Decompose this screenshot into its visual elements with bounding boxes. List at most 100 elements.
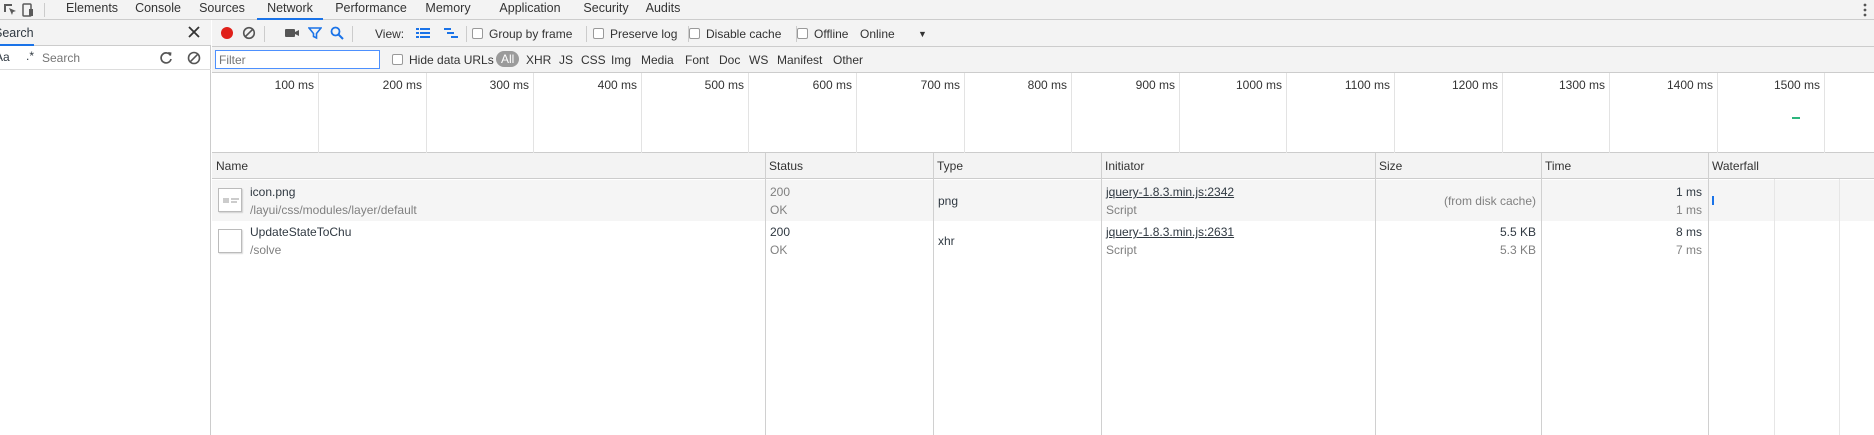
filter-type-font[interactable]: Font <box>685 53 709 67</box>
column-header-size[interactable]: Size <box>1375 153 1402 179</box>
filter-type-doc[interactable]: Doc <box>719 53 740 67</box>
column-divider[interactable] <box>1541 153 1542 435</box>
image-file-icon <box>218 188 242 212</box>
filter-type-other[interactable]: Other <box>833 53 863 67</box>
match-case-toggle[interactable]: Aa <box>0 50 10 64</box>
search-input[interactable] <box>42 49 152 67</box>
close-icon[interactable] <box>186 24 202 40</box>
device-toolbar-icon[interactable] <box>20 2 36 18</box>
large-rows-icon[interactable] <box>415 26 431 42</box>
timeline-tick-label: 900 ms <box>1135 78 1175 92</box>
filter-type-media[interactable]: Media <box>641 53 674 67</box>
search-icon[interactable] <box>330 26 344 42</box>
chevron-down-icon[interactable]: ▼ <box>918 26 927 42</box>
request-status-text: OK <box>770 243 788 257</box>
drawer-tab-label: Search <box>0 26 34 40</box>
hide-data-urls-checkbox[interactable]: Hide data URLs <box>392 53 494 67</box>
column-header-type[interactable]: Type <box>933 153 963 179</box>
request-latency: 1 ms <box>1675 203 1702 217</box>
regex-toggle[interactable]: .* <box>26 49 34 63</box>
filter-input[interactable] <box>215 50 380 69</box>
disable-cache-checkbox[interactable]: Disable cache <box>689 26 781 42</box>
request-size: (from disk cache) <box>1443 194 1536 208</box>
tab-memory[interactable]: Memory <box>419 0 477 20</box>
timeline-tick-label: 100 ms <box>274 78 314 92</box>
timeline-tick-label: 600 ms <box>812 78 852 92</box>
waterfall-gridline <box>1839 179 1840 435</box>
filter-funnel-icon[interactable] <box>307 26 323 42</box>
search-drawer: Search Aa .* <box>0 20 211 435</box>
inspect-element-icon[interactable] <box>2 2 18 18</box>
filter-type-ws[interactable]: WS <box>749 53 768 67</box>
tab-performance[interactable]: Performance <box>331 0 411 20</box>
timeline-gridline <box>1502 73 1503 153</box>
initiator-link[interactable]: jquery-1.8.3.min.js:2631 <box>1106 225 1234 239</box>
filter-type-img[interactable]: Img <box>611 53 631 67</box>
filter-type-css[interactable]: CSS <box>581 53 606 67</box>
filter-type-js[interactable]: JS <box>559 53 573 67</box>
drawer-tab-search[interactable]: Search <box>0 20 34 46</box>
table-header: Name Status Type Initiator Size Time Wat… <box>212 153 1874 179</box>
view-label: View: <box>375 27 405 41</box>
waterfall-bar[interactable] <box>1712 196 1714 205</box>
tab-elements[interactable]: Elements <box>58 0 126 20</box>
column-header-name[interactable]: Name <box>212 153 248 179</box>
timeline-overview[interactable]: 100 ms 200 ms 300 ms 400 ms 500 ms 600 ms 700 … <box>212 73 1874 153</box>
column-divider[interactable] <box>1708 153 1709 435</box>
network-toolbar: View: Group by frame Preserve log Disabl… <box>212 20 1874 47</box>
timeline-gridline <box>318 73 319 153</box>
more-options-icon[interactable] <box>1858 2 1872 18</box>
request-status: 200 <box>770 225 791 239</box>
initiator-link[interactable]: jquery-1.8.3.min.js:2342 <box>1106 185 1234 199</box>
filter-bar: Hide data URLs All XHR JS CSS Img Media … <box>212 47 1874 73</box>
checkbox-box[interactable] <box>472 28 483 39</box>
column-divider[interactable] <box>933 153 934 435</box>
checkbox-label: Offline <box>814 27 849 41</box>
throttling-select[interactable]: Online <box>860 26 895 42</box>
offline-checkbox[interactable]: Offline <box>797 26 848 42</box>
tab-security[interactable]: Security <box>576 0 636 20</box>
checkbox-box[interactable] <box>593 28 604 39</box>
checkbox-box[interactable] <box>689 28 700 39</box>
table-row[interactable]: UpdateStateToChu /solve 200 OK xhr jquer… <box>212 221 1874 262</box>
filter-type-xhr[interactable]: XHR <box>526 53 551 67</box>
waterfall-overview-icon[interactable] <box>443 26 459 42</box>
devtools-tabbar: Elements Console Sources Network Perform… <box>0 0 1874 20</box>
tab-console[interactable]: Console <box>130 0 186 20</box>
preserve-log-checkbox[interactable]: Preserve log <box>593 26 677 42</box>
table-row[interactable]: icon.png /layui/css/modules/layer/defaul… <box>212 180 1874 221</box>
column-header-initiator[interactable]: Initiator <box>1101 153 1144 179</box>
request-time: 1 ms <box>1675 185 1702 199</box>
tab-network[interactable]: Network <box>257 0 323 20</box>
timeline-gridline <box>1717 73 1718 153</box>
group-by-frame-checkbox[interactable]: Group by frame <box>472 26 572 42</box>
timeline-gridline <box>1179 73 1180 153</box>
timeline-activity-bar <box>1792 117 1800 119</box>
column-divider[interactable] <box>1375 153 1376 435</box>
throttling-value: Online <box>860 27 895 41</box>
refresh-icon[interactable] <box>158 50 174 66</box>
checkbox-box[interactable] <box>797 28 808 39</box>
filter-type-all[interactable]: All <box>496 51 520 67</box>
timeline-gridline <box>533 73 534 153</box>
request-path: /layui/css/modules/layer/default <box>250 203 417 217</box>
column-header-waterfall[interactable]: Waterfall <box>1708 153 1759 179</box>
checkbox-box[interactable] <box>392 54 403 65</box>
column-header-time[interactable]: Time <box>1541 153 1571 179</box>
requests-table: Name Status Type Initiator Size Time Wat… <box>212 153 1874 435</box>
timeline-gridline <box>748 73 749 153</box>
column-divider[interactable] <box>1101 153 1102 435</box>
tab-audits[interactable]: Audits <box>641 0 685 20</box>
tab-sources[interactable]: Sources <box>192 0 252 20</box>
record-button[interactable] <box>220 26 234 42</box>
filter-type-manifest[interactable]: Manifest <box>777 53 822 67</box>
clear-icon[interactable] <box>186 50 202 66</box>
tab-application[interactable]: Application <box>485 0 575 20</box>
timeline-gridline <box>1286 73 1287 153</box>
clear-log-icon[interactable] <box>242 26 256 42</box>
screenshot-camera-icon[interactable] <box>284 26 300 42</box>
column-divider[interactable] <box>765 153 766 435</box>
column-header-status[interactable]: Status <box>765 153 803 179</box>
timeline-tick-label: 200 ms <box>382 78 422 92</box>
timeline-tick-label: 1100 ms <box>1344 78 1390 92</box>
